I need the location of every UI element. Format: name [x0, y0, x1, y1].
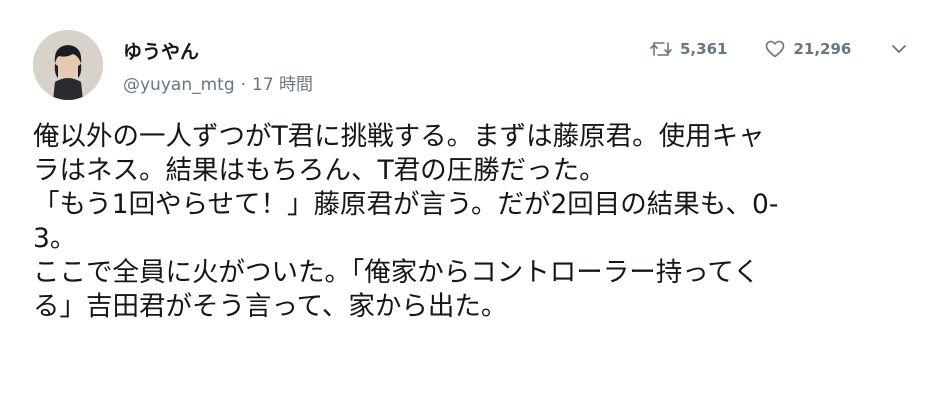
tweet-text-line: 「もう1回やらせて！」藤原君が言う。だが2回目の結果も、0-	[33, 189, 779, 220]
retweet-button[interactable]: 5,361	[650, 40, 727, 58]
tweet-text-line: ラはネス。結果はもちろん、T君の圧勝だった。	[33, 155, 606, 186]
tweet-text-line: ここで全員に火がついた。「俺家からコントローラー持ってく	[33, 257, 760, 288]
display-name[interactable]: ゆうやん	[123, 37, 199, 64]
tweet-meta: @yuyan_mtg · 17 時間	[123, 70, 313, 95]
tweet-timestamp[interactable]: 17 時間	[252, 75, 313, 95]
tweet-card: ゆうやん @yuyan_mtg · 17 時間 5,361 21,296 俺以外…	[0, 0, 938, 407]
user-handle[interactable]: @yuyan_mtg	[123, 75, 235, 95]
like-button[interactable]: 21,296	[765, 40, 851, 58]
tweet-text-line: 俺以外の一人ずつがT君に挑戦する。まずは藤原君。使用キャ	[33, 121, 765, 152]
tweet-text-line: る」吉田君がそう言って、家から出た。	[33, 291, 508, 322]
retweet-count: 5,361	[680, 40, 728, 58]
chevron-down-icon	[891, 40, 907, 58]
meta-separator: ·	[240, 75, 247, 95]
tweet-text-line: 3。	[33, 223, 77, 254]
tweet-text: 俺以外の一人ずつがT君に挑戦する。まずは藤原君。使用キャ ラはネス。結果はもちろ…	[33, 120, 913, 324]
retweet-icon	[650, 40, 672, 58]
avatar[interactable]	[33, 30, 103, 100]
tweet-actions: 5,361 21,296	[650, 36, 907, 62]
heart-icon	[765, 40, 785, 58]
like-count: 21,296	[793, 40, 852, 58]
more-options-button[interactable]	[891, 40, 907, 58]
